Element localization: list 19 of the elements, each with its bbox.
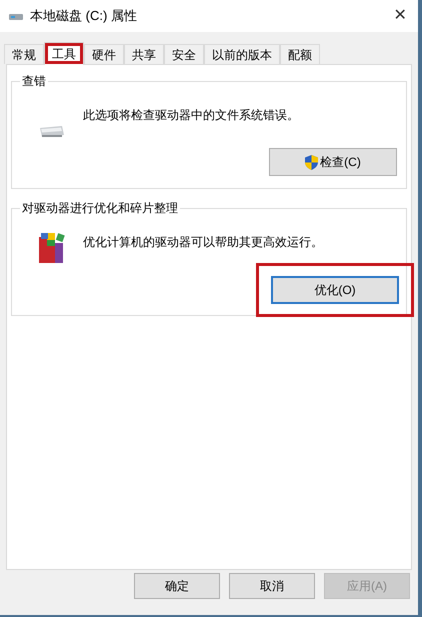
shield-icon — [305, 154, 318, 170]
description: 此选项将检查驱动器中的文件系统错误。 — [83, 107, 299, 124]
tab[interactable]: 配额 — [280, 44, 320, 64]
window-title: 本地磁盘 (C:) 属性 — [30, 7, 137, 26]
dialog-button[interactable]: 确定 — [134, 573, 220, 599]
description: 优化计算机的驱动器可以帮助其更高效运行。 — [83, 234, 323, 251]
optimize-button[interactable]: 优化(O) — [271, 276, 399, 304]
close-button[interactable]: ✕ — [382, 1, 418, 31]
tab[interactable]: 安全 — [164, 44, 204, 64]
tab[interactable]: 工具 — [44, 42, 84, 65]
tab[interactable]: 常规 — [4, 44, 44, 64]
drive-icon — [38, 123, 66, 139]
dialog-button[interactable]: 取消 — [229, 573, 315, 599]
group-title: 对驱动器进行优化和碎片整理 — [20, 200, 180, 216]
tab[interactable]: 共享 — [124, 44, 164, 64]
tab[interactable]: 硬件 — [84, 44, 124, 64]
tab[interactable]: 以前的版本 — [204, 44, 280, 64]
check-button[interactable]: 检查(C) — [269, 148, 397, 176]
group-title: 查错 — [20, 73, 48, 89]
